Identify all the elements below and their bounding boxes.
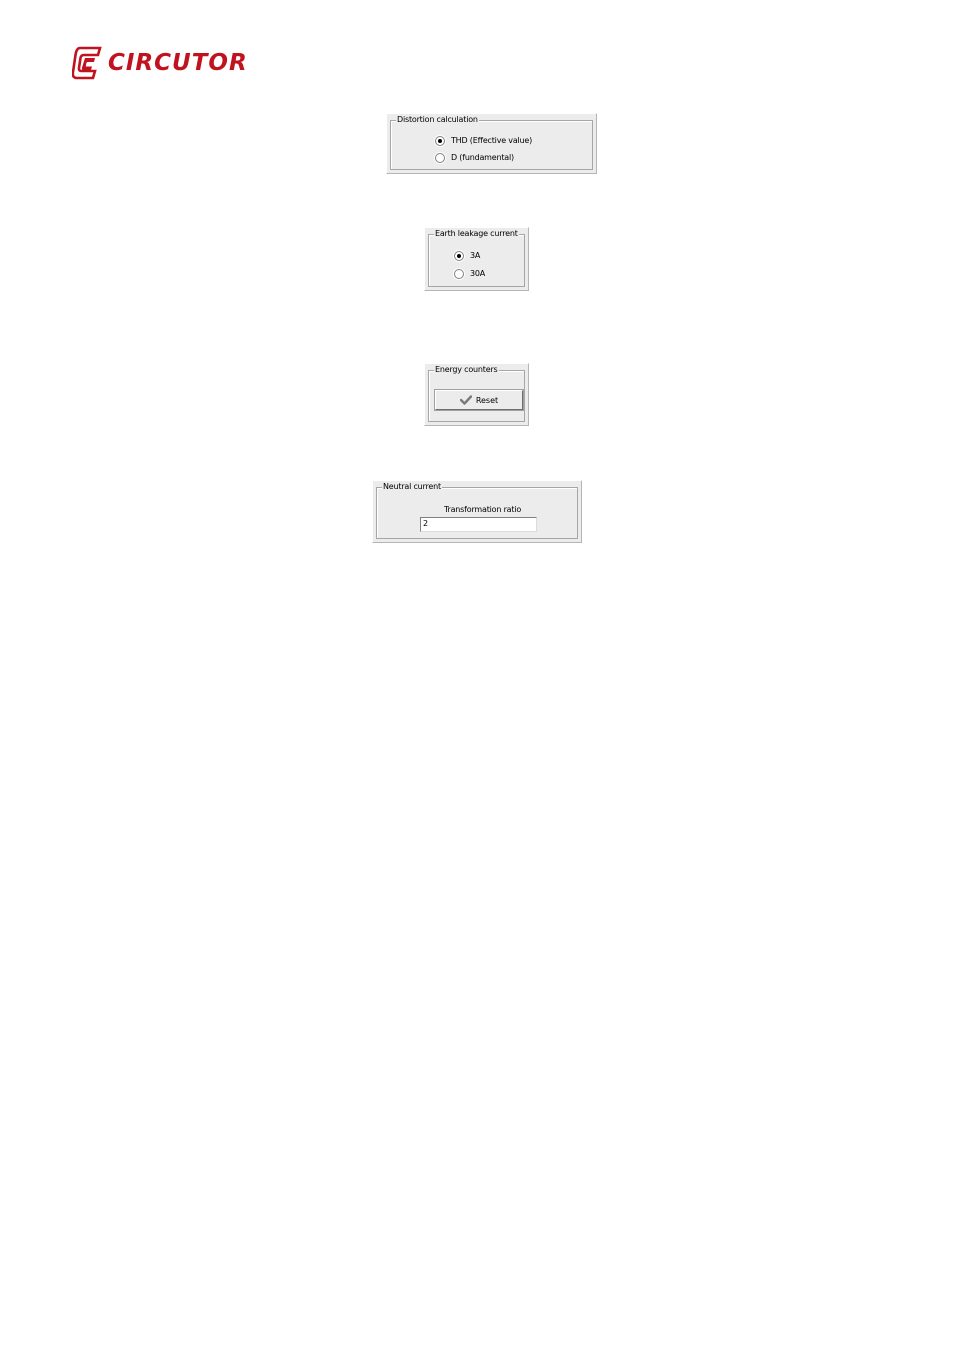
transformation-ratio-input[interactable]: 2 — [420, 517, 537, 532]
transformation-ratio-label: Transformation ratio — [444, 505, 522, 514]
neutral-current-panel: Neutral current Transformation ratio 2 — [372, 480, 582, 543]
radio-label: D (fundamental) — [451, 153, 514, 162]
reset-button[interactable]: Reset — [434, 389, 524, 411]
radio-button[interactable] — [454, 269, 464, 279]
energy-counters-panel: Energy counters Reset — [424, 363, 529, 426]
radio-button-checked[interactable] — [435, 136, 445, 146]
energy-counters-title: Energy counters — [434, 364, 499, 376]
radio-label: 30A — [470, 269, 486, 278]
radio-label: 3A — [470, 251, 481, 260]
energy-counters-group: Energy counters Reset — [428, 364, 525, 422]
checkmark-icon — [459, 395, 472, 405]
radio-30a[interactable]: 30A — [454, 268, 485, 280]
distortion-calculation-title: Distortion calculation — [396, 114, 479, 126]
radio-thd-effective-value[interactable]: THD (Effective value) — [435, 135, 532, 147]
earth-leakage-current-group: Earth leakage current 3A 30A — [428, 228, 525, 287]
radio-label: THD (Effective value) — [451, 136, 533, 145]
radio-button-checked[interactable] — [454, 251, 464, 261]
radio-3a[interactable]: 3A — [454, 250, 480, 262]
reset-button-label: Reset — [475, 395, 499, 405]
radio-d-fundamental[interactable]: D (fundamental) — [435, 152, 514, 164]
distortion-calculation-group: Distortion calculation THD (Effective va… — [390, 114, 593, 170]
neutral-current-group: Neutral current Transformation ratio 2 — [376, 481, 578, 539]
neutral-current-title: Neutral current — [382, 481, 442, 493]
earth-leakage-current-title: Earth leakage current — [434, 228, 519, 240]
circutor-logo: CIRCUTOR — [72, 46, 248, 80]
circutor-logo-icon — [72, 46, 102, 80]
brand-name: CIRCUTOR — [108, 49, 248, 76]
earth-leakage-current-panel: Earth leakage current 3A 30A — [424, 227, 529, 291]
distortion-calculation-panel: Distortion calculation THD (Effective va… — [386, 113, 597, 174]
radio-button[interactable] — [435, 153, 445, 163]
